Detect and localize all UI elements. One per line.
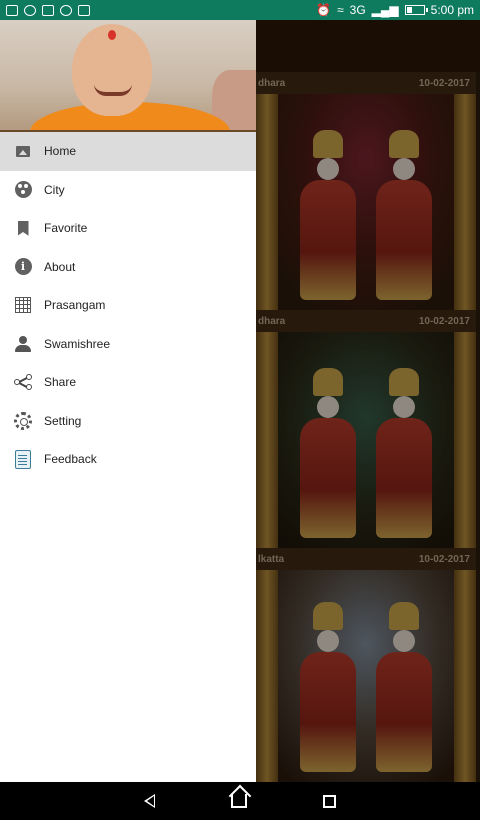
- drawer-scrim[interactable]: [256, 20, 480, 782]
- clock: 5:00 pm: [430, 3, 474, 17]
- wifi-icon: ≈: [337, 3, 344, 17]
- menu-item-label: Share: [44, 375, 77, 390]
- feedback-icon: [0, 449, 44, 469]
- gear-icon: [0, 411, 44, 430]
- system-nav-bar: [0, 782, 480, 820]
- status-bar: ⏰ ≈ 3G ▂▄▆ 5:00 pm: [0, 0, 480, 20]
- menu-item-favorite[interactable]: Favorite: [0, 209, 256, 248]
- network-type: 3G: [349, 3, 366, 17]
- menu-item-share[interactable]: Share: [0, 363, 256, 402]
- share-icon: [0, 374, 44, 391]
- menu-item-home[interactable]: Home: [0, 132, 256, 171]
- whatsapp-notification-icon: [24, 4, 36, 16]
- menu-item-label: Setting: [44, 413, 82, 428]
- swamishree-photo: [0, 20, 256, 130]
- menu-item-label: Swamishree: [44, 336, 111, 351]
- menu-item-label: Prasangam: [44, 298, 106, 313]
- bookmark-icon: [0, 220, 44, 236]
- bag-notification-icon: [78, 4, 90, 16]
- message-notification-icon: [42, 4, 54, 16]
- menu-item-about[interactable]: i About: [0, 248, 256, 287]
- navigation-drawer: Home City Favorite i About Prasangam Swa…: [0, 20, 256, 782]
- drawer-menu: Home City Favorite i About Prasangam Swa…: [0, 132, 256, 479]
- drawer-header-photo: [0, 20, 256, 132]
- notification-icons: [6, 4, 90, 16]
- back-icon[interactable]: [144, 794, 155, 808]
- film-reel-icon: [0, 181, 44, 199]
- menu-item-city[interactable]: City: [0, 171, 256, 210]
- menu-item-setting[interactable]: Setting: [0, 402, 256, 441]
- person-icon: [0, 335, 44, 352]
- menu-item-swamishree[interactable]: Swamishree: [0, 325, 256, 364]
- image-icon: [0, 145, 44, 157]
- app-notification-icon: [60, 4, 72, 16]
- home-icon[interactable]: [231, 794, 247, 808]
- menu-item-label: Favorite: [44, 221, 88, 236]
- menu-item-label: About: [44, 259, 76, 274]
- recent-apps-icon[interactable]: [323, 794, 336, 808]
- signal-icon: ▂▄▆: [371, 3, 399, 17]
- menu-item-label: Feedback: [44, 452, 97, 467]
- menu-item-feedback[interactable]: Feedback: [0, 440, 256, 479]
- calendar-icon: [0, 297, 44, 314]
- status-indicators: ⏰ ≈ 3G ▂▄▆ 5:00 pm: [316, 3, 474, 17]
- menu-item-label: City: [44, 182, 65, 197]
- menu-item-label: Home: [44, 144, 77, 159]
- menu-item-prasangam[interactable]: Prasangam: [0, 286, 256, 325]
- gallery-notification-icon: [6, 4, 18, 16]
- battery-icon: [404, 5, 428, 15]
- info-icon: i: [0, 258, 44, 276]
- alarm-icon: ⏰: [316, 3, 332, 17]
